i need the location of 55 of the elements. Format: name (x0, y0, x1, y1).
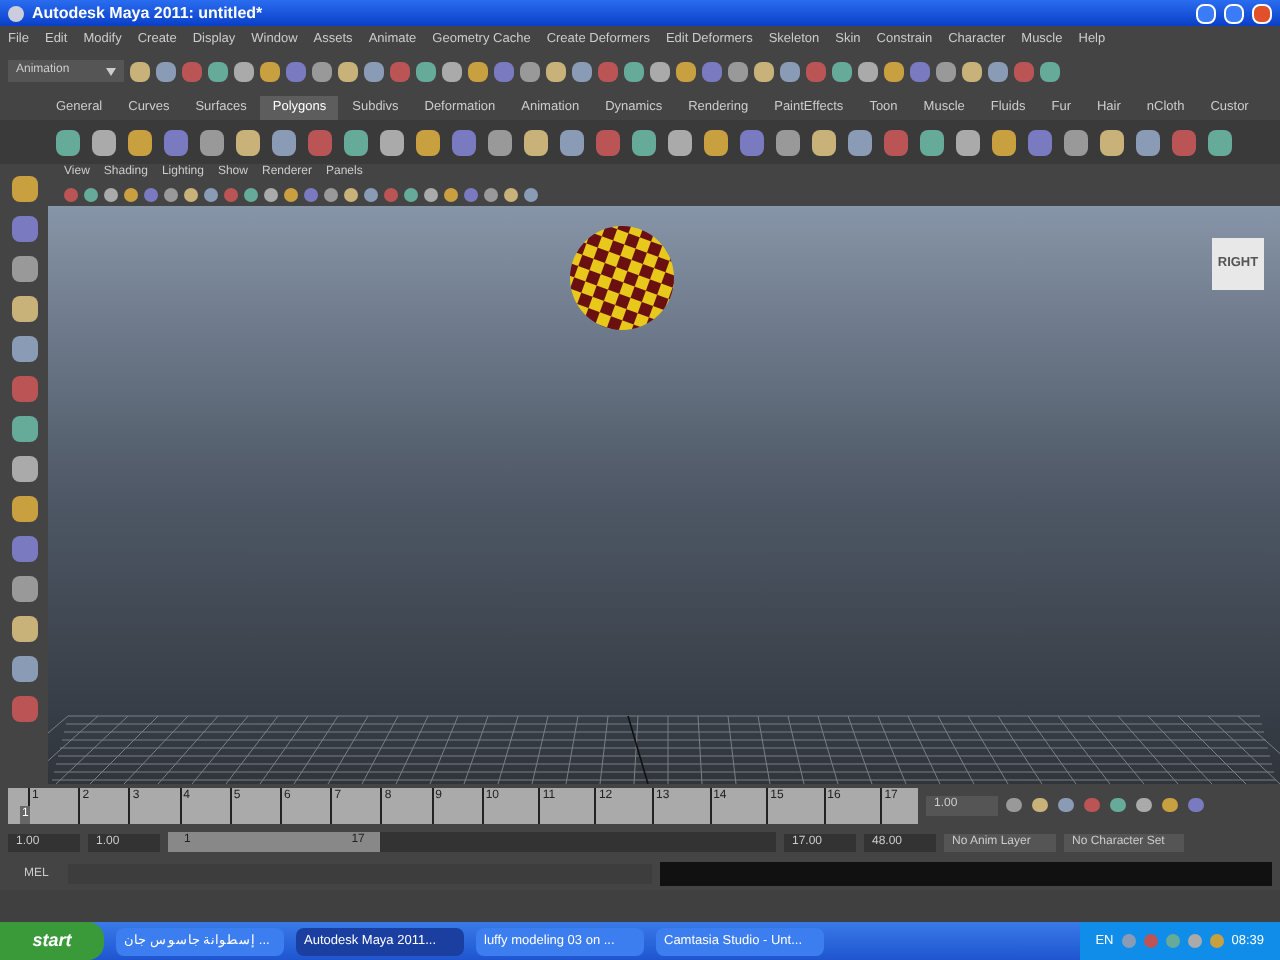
toolbox-tool-icon[interactable] (11, 296, 37, 322)
minimize-icon[interactable] (1196, 3, 1216, 23)
shelf-tool-icon[interactable] (380, 129, 404, 155)
shelf-tool-icon[interactable] (1064, 129, 1088, 155)
toolbox-tool-icon[interactable] (11, 376, 37, 402)
window-title: Autodesk Maya 2011: untitled* (32, 1, 265, 25)
shelf-tool-icon[interactable] (992, 129, 1016, 155)
shelf-tool-icon[interactable] (1028, 129, 1052, 155)
toolbox-tool-icon[interactable] (11, 616, 37, 642)
shelf-tool-icon[interactable] (884, 129, 908, 155)
shelf-tool-icon[interactable] (812, 129, 836, 155)
toolbox-tool-icon[interactable] (11, 536, 37, 562)
caret-icon (106, 67, 116, 75)
shelf-tool-icon[interactable] (344, 129, 368, 155)
toolbox-tool-icon[interactable] (11, 456, 37, 482)
start-button[interactable]: start (0, 922, 104, 960)
shelf-tool-icon[interactable] (56, 129, 80, 155)
shelf-tool-icon[interactable] (632, 129, 656, 155)
shelf-tool-icon[interactable] (740, 129, 764, 155)
shelf-tool-icon[interactable] (308, 129, 332, 155)
shelf-tool-icon[interactable] (452, 129, 476, 155)
close-icon[interactable] (1252, 3, 1272, 23)
toolbox-tool-icon[interactable] (11, 336, 37, 362)
shelf-tool-icon[interactable] (524, 129, 548, 155)
shelf-tool-icon[interactable] (1208, 129, 1232, 155)
shelf-tool-icon[interactable] (1136, 129, 1160, 155)
shelf-tool-icon[interactable] (128, 129, 152, 155)
shelf-tool-icon[interactable] (920, 129, 944, 155)
toolbox-tool-icon[interactable] (11, 696, 37, 722)
shelf-tool-icon[interactable] (272, 129, 296, 155)
app-icon (8, 5, 24, 21)
toolbox-tool-icon[interactable] (11, 256, 37, 282)
shelf-tool-icon[interactable] (704, 129, 728, 155)
checkered-sphere (568, 224, 676, 332)
shelf-tool-icon[interactable] (1100, 129, 1124, 155)
toolbox-tool-icon[interactable] (11, 216, 37, 242)
toolbox-tool-icon[interactable] (11, 416, 37, 442)
shelf-tool-icon[interactable] (776, 129, 800, 155)
toolbox-tool-icon[interactable] (11, 656, 37, 682)
toolbox-tool-icon[interactable] (11, 176, 37, 202)
toolbox-tool-icon[interactable] (11, 496, 37, 522)
shelf-tool-icon[interactable] (596, 129, 620, 155)
shelf-tool-icon[interactable] (200, 129, 224, 155)
shelf-tool-icon[interactable] (164, 129, 188, 155)
shelf-tool-icon[interactable] (1172, 129, 1196, 155)
shelf-tool-icon[interactable] (956, 129, 980, 155)
shelf-tool-icon[interactable] (92, 129, 116, 155)
shelf-tool-icon[interactable] (560, 129, 584, 155)
shelf-tool-icon[interactable] (236, 129, 260, 155)
toolbox-tool-icon[interactable] (11, 576, 37, 602)
maximize-icon[interactable] (1224, 3, 1244, 23)
shelf-tool-icon[interactable] (668, 129, 692, 155)
shelf-tool-icon[interactable] (416, 129, 440, 155)
shelf-tool-icon[interactable] (848, 129, 872, 155)
shelf-tool-icon[interactable] (488, 129, 512, 155)
